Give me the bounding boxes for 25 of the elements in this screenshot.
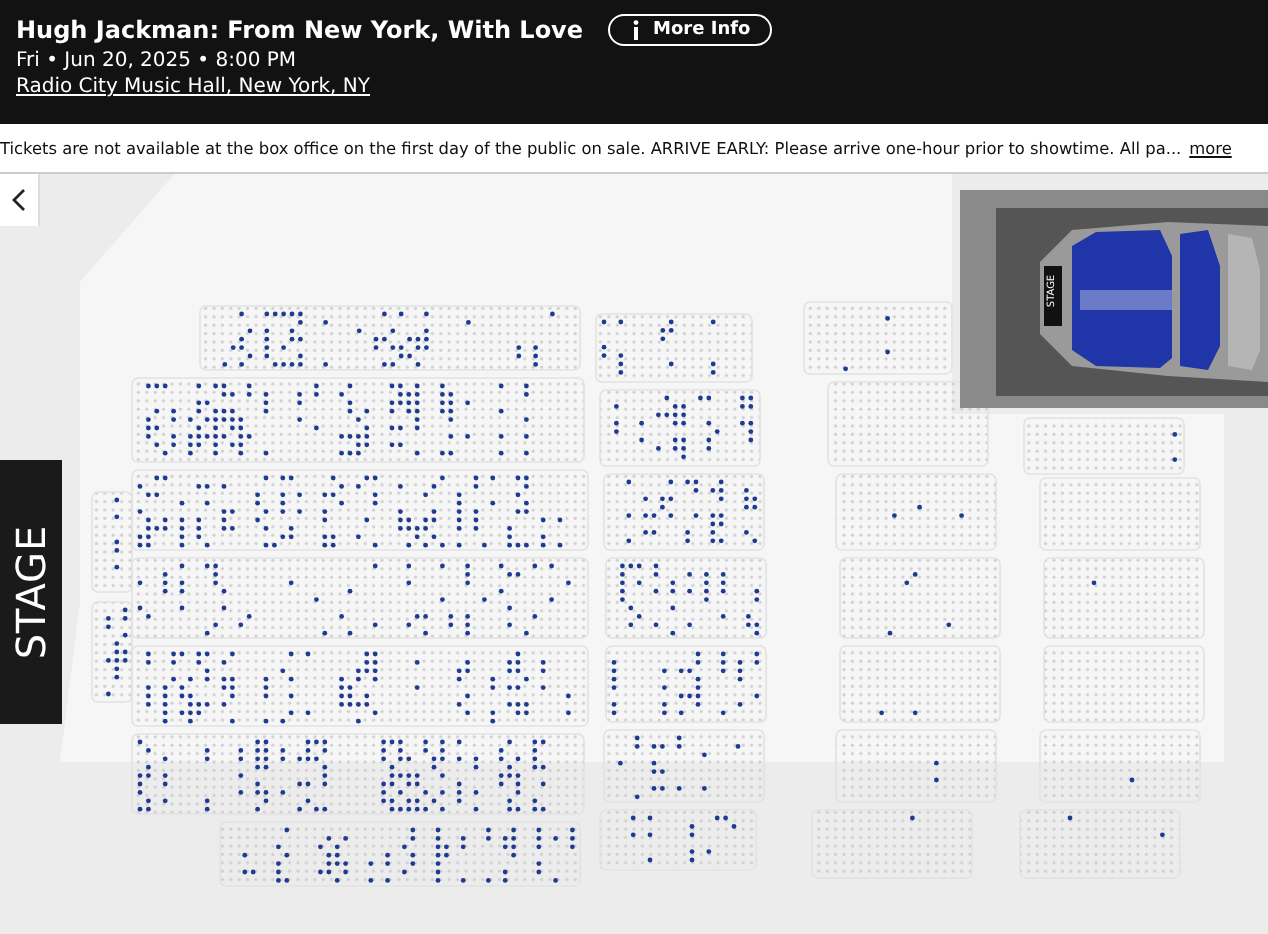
more-info-button[interactable]: More Info bbox=[607, 14, 773, 46]
seating-section[interactable] bbox=[199, 305, 581, 371]
back-button[interactable] bbox=[0, 174, 40, 226]
seating-section[interactable] bbox=[605, 557, 767, 639]
event-title: Hugh Jackman: From New York, With Love bbox=[16, 16, 584, 44]
venue-link[interactable]: Radio City Music Hall, New York, NY bbox=[16, 76, 1252, 98]
seating-section[interactable] bbox=[131, 377, 585, 463]
seating-section[interactable] bbox=[131, 557, 589, 639]
seating-section[interactable] bbox=[219, 821, 581, 887]
event-date: Fri • Jun 20, 2025 • 8:00 PM bbox=[16, 50, 299, 72]
minimap-stage bbox=[1044, 266, 1062, 326]
chevron-left-icon bbox=[12, 188, 26, 212]
more-link[interactable]: more bbox=[1189, 138, 1232, 158]
info-icon bbox=[629, 20, 642, 40]
notice-text: Tickets are not available at the box office on the first day of the public on sale. ARRIVE EARLY: Please arrive one-hour prior to showtime. All pa... bbox=[0, 138, 1182, 158]
seating-section[interactable] bbox=[599, 389, 761, 467]
seating-section[interactable] bbox=[91, 601, 133, 703]
seating-section[interactable] bbox=[605, 645, 767, 723]
seating-section[interactable] bbox=[603, 473, 765, 551]
seating-section[interactable] bbox=[131, 469, 589, 551]
seating-section[interactable] bbox=[131, 733, 585, 815]
stage-label: STAGE bbox=[7, 524, 55, 660]
seating-section[interactable] bbox=[131, 645, 589, 727]
seating-section[interactable] bbox=[595, 313, 753, 383]
seating-section[interactable] bbox=[603, 729, 765, 803]
